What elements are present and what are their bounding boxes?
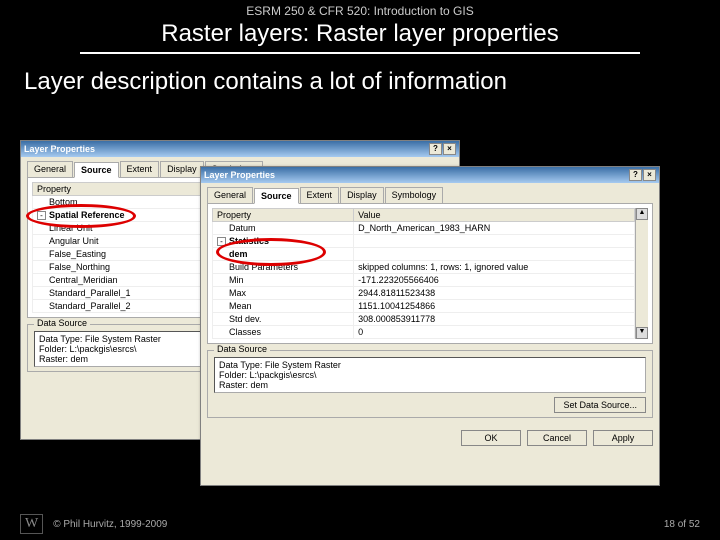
title-divider	[80, 52, 640, 54]
prop-name: Build Parameters	[213, 261, 354, 274]
layer-properties-dialog-front: Layer Properties ? × GeneralSourceExtent…	[200, 166, 660, 486]
table-row[interactable]: -Statistics	[213, 235, 635, 248]
close-button[interactable]: ×	[643, 169, 656, 181]
slide-subtitle: Layer description contains a lot of info…	[24, 68, 720, 96]
prop-name: Classes	[213, 326, 354, 339]
prop-value: 2944.81811523438	[354, 287, 635, 300]
table-row[interactable]: Build Parametersskipped columns: 1, rows…	[213, 261, 635, 274]
data-source-label: Data Source	[34, 318, 90, 328]
prop-name: Std dev.	[213, 313, 354, 326]
scrollbar[interactable]: ▲ ▼	[635, 208, 648, 339]
dialog-title: Layer Properties	[24, 144, 95, 154]
table-row[interactable]: dem	[213, 248, 635, 261]
prop-name: Mean	[213, 300, 354, 313]
table-row[interactable]: Std dev.308.000853911778	[213, 313, 635, 326]
scroll-up-icon[interactable]: ▲	[636, 208, 648, 220]
page-number: 18 of 52	[664, 519, 700, 530]
tree-toggle-icon[interactable]: -	[37, 211, 46, 220]
prop-value: skipped columns: 1, rows: 1, ignored val…	[354, 261, 635, 274]
prop-name: Datum	[213, 222, 354, 235]
table-row[interactable]: DatumD_North_American_1983_HARN	[213, 222, 635, 235]
apply-button[interactable]: Apply	[593, 430, 653, 446]
prop-value: D_North_American_1983_HARN	[354, 222, 635, 235]
help-button[interactable]: ?	[629, 169, 642, 181]
prop-value: -171.223205566406	[354, 274, 635, 287]
prop-value: 0	[354, 326, 635, 339]
prop-name: dem	[213, 248, 354, 261]
col-value: Value	[354, 209, 635, 222]
data-source-group: Data Source Data Type: File System Raste…	[207, 350, 653, 418]
tab-display[interactable]: Display	[340, 187, 384, 203]
tab-extent[interactable]: Extent	[120, 161, 160, 177]
prop-name: -Statistics	[213, 235, 354, 248]
course-code: ESRM 250 & CFR 520: Introduction to GIS	[0, 4, 720, 18]
dialog-title: Layer Properties	[204, 170, 275, 180]
slide-title: Raster layers: Raster layer properties	[0, 20, 720, 48]
data-source-line: Folder: L:\packgis\esrcs\	[219, 370, 641, 380]
prop-name: Max	[213, 287, 354, 300]
ok-button[interactable]: OK	[461, 430, 521, 446]
col-property: Property	[213, 209, 354, 222]
prop-value	[354, 235, 635, 248]
table-row[interactable]: Classes0	[213, 326, 635, 339]
close-button[interactable]: ×	[443, 143, 456, 155]
data-source-line: Raster: dem	[219, 380, 641, 390]
tab-source[interactable]: Source	[74, 162, 119, 178]
university-logo: W	[20, 514, 43, 534]
data-source-label: Data Source	[214, 344, 270, 354]
set-data-source-button[interactable]: Set Data Source...	[554, 397, 646, 413]
help-button[interactable]: ?	[429, 143, 442, 155]
table-row[interactable]: Max2944.81811523438	[213, 287, 635, 300]
tab-extent[interactable]: Extent	[300, 187, 340, 203]
scroll-down-icon[interactable]: ▼	[636, 327, 648, 339]
tree-toggle-icon[interactable]: -	[217, 237, 226, 246]
table-row[interactable]: Min-171.223205566406	[213, 274, 635, 287]
prop-value	[354, 248, 635, 261]
table-row[interactable]: Mean1151.10041254866	[213, 300, 635, 313]
tab-general[interactable]: General	[207, 187, 253, 203]
tab-symbology[interactable]: Symbology	[385, 187, 444, 203]
prop-value: 308.000853911778	[354, 313, 635, 326]
tab-source[interactable]: Source	[254, 188, 299, 204]
prop-name: Min	[213, 274, 354, 287]
data-source-line: Data Type: File System Raster	[219, 360, 641, 370]
tab-general[interactable]: General	[27, 161, 73, 177]
cancel-button[interactable]: Cancel	[527, 430, 587, 446]
prop-value: 1151.10041254866	[354, 300, 635, 313]
tab-display[interactable]: Display	[160, 161, 204, 177]
copyright: © Phil Hurvitz, 1999-2009	[53, 519, 167, 530]
